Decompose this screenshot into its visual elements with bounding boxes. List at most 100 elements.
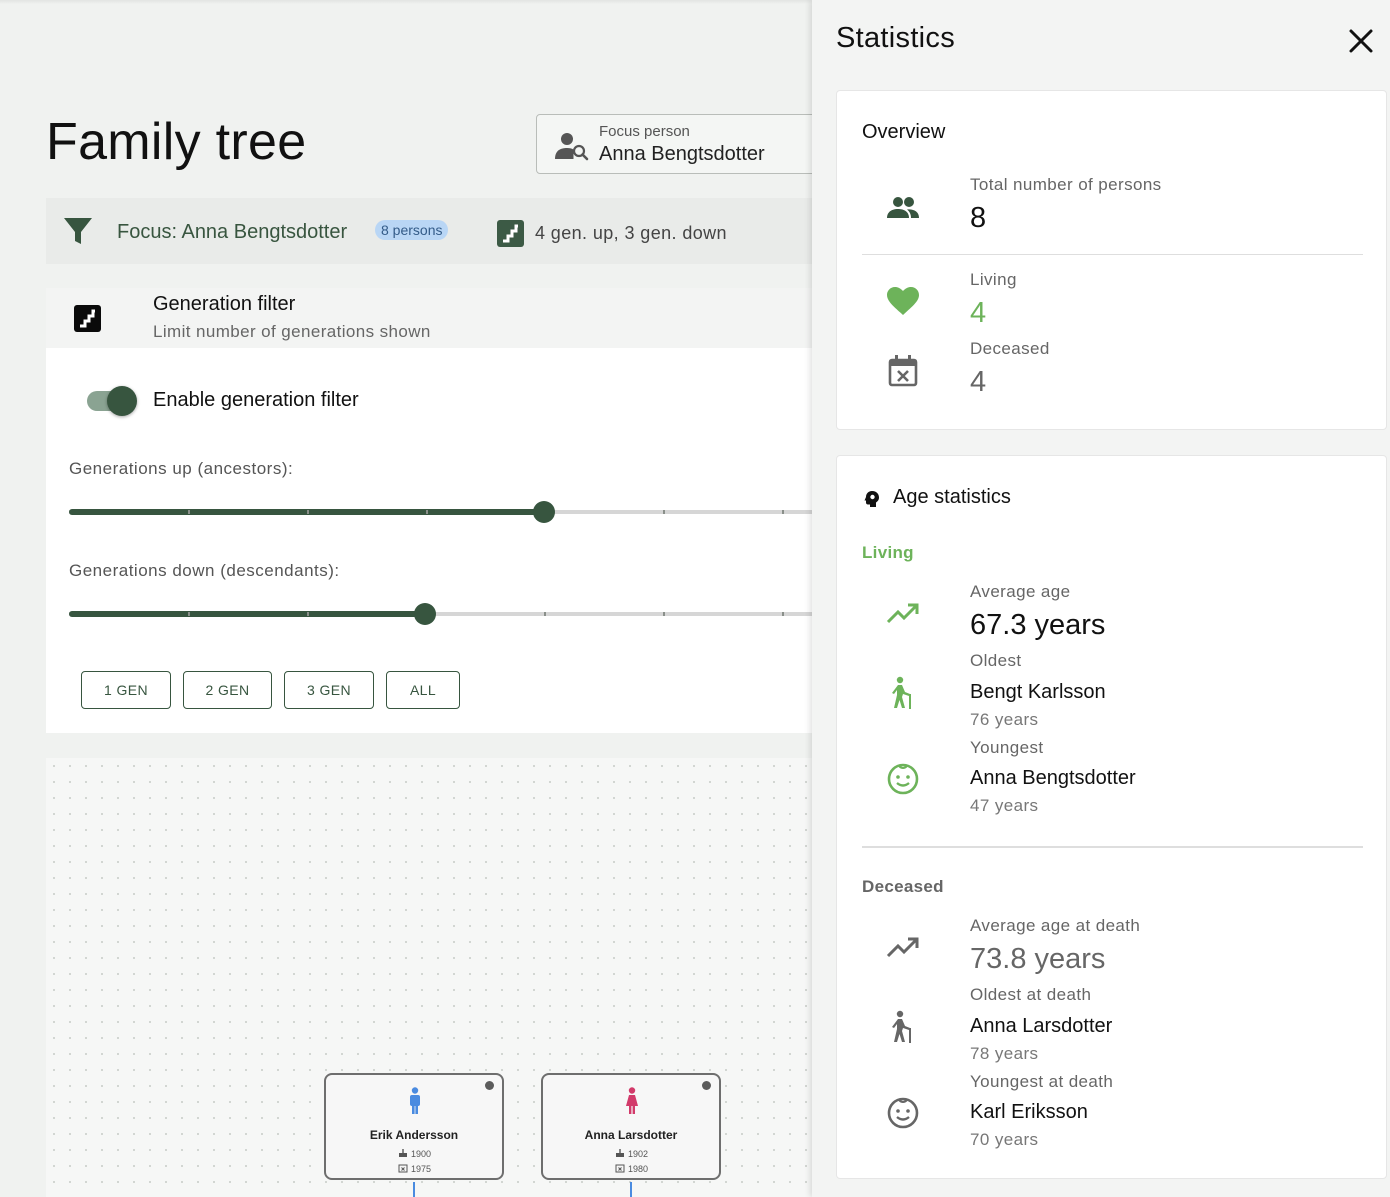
person-name: Erik Andersson <box>369 1128 459 1142</box>
living-section-heading: Living <box>862 543 914 562</box>
generation-filter-title: Generation filter <box>153 293 296 315</box>
oldest-at-death-age: 78 years <box>970 1044 1039 1063</box>
generations-down-slider[interactable] <box>69 602 812 626</box>
slider-thumb[interactable] <box>533 501 555 523</box>
deceased-label: Deceased <box>970 339 1050 358</box>
slider-tick <box>307 612 309 616</box>
slider-tick <box>782 612 784 616</box>
slider-tick <box>188 612 190 616</box>
generation-filter-subtitle: Limit number of generations shown <box>153 322 431 341</box>
person-search-icon <box>555 133 589 161</box>
youngest-at-death-age: 70 years <box>970 1130 1039 1149</box>
focus-person-value: Anna Bengtsdotter <box>599 143 765 165</box>
elderly-icon <box>892 1010 911 1043</box>
average-age-label: Average age <box>970 582 1071 601</box>
birth-date: 1900 <box>398 1148 431 1159</box>
deceased-value: 4 <box>970 366 987 398</box>
living-value: 4 <box>970 297 987 329</box>
tree-connector-line <box>413 1182 415 1197</box>
filter-icon <box>64 218 92 244</box>
death-year: 1975 <box>411 1164 432 1174</box>
youngest-at-death-name: Karl Eriksson <box>970 1101 1088 1123</box>
oldest-at-death-label: Oldest at death <box>970 985 1092 1004</box>
gen-2-button[interactable]: 2 GEN <box>183 671 272 709</box>
slider-tick <box>188 510 190 514</box>
total-persons-label: Total number of persons <box>970 175 1162 194</box>
slider-tick <box>663 612 665 616</box>
close-icon[interactable] <box>1346 26 1376 56</box>
elderly-icon <box>892 676 911 709</box>
male-icon <box>410 1087 420 1114</box>
generation-filter-toggle[interactable] <box>87 386 141 416</box>
status-dot <box>485 1081 494 1090</box>
baby-face-icon <box>887 763 919 795</box>
page-title: Family tree <box>46 113 307 171</box>
death-date: 1980 <box>615 1163 648 1174</box>
overview-title: Overview <box>862 121 946 143</box>
youngest-age: 47 years <box>970 796 1039 815</box>
age-statistics-title: Age statistics <box>893 486 1011 508</box>
living-label: Living <box>970 270 1017 289</box>
gen-1-button[interactable]: 1 GEN <box>81 671 171 709</box>
statistics-drawer: Statistics Overview Total number of pers… <box>812 0 1390 1197</box>
generations-summary: 4 gen. up, 3 gen. down <box>535 223 727 243</box>
youngest-name: Anna Bengtsdotter <box>970 767 1136 789</box>
drawer-title: Statistics <box>836 22 956 54</box>
calendar-x-icon <box>615 1164 625 1173</box>
gen-all-button[interactable]: ALL <box>386 671 460 709</box>
active-filter-bar: Focus: Anna Bengtsdotter 8 persons 4 gen… <box>46 198 812 264</box>
focus-person-field[interactable]: Focus person Anna Bengtsdotter <box>536 114 812 174</box>
youngest-at-death-label: Youngest at death <box>970 1072 1114 1091</box>
cake-icon <box>399 1149 407 1157</box>
oldest-name: Bengt Karlsson <box>970 681 1106 703</box>
oldest-age: 76 years <box>970 710 1039 729</box>
stairs-icon <box>74 305 101 332</box>
trending-up-icon <box>886 603 919 624</box>
generation-filter-panel: Generation filter Limit number of genera… <box>46 288 812 733</box>
divider <box>862 846 1363 848</box>
slider-tick <box>544 612 546 616</box>
heart-icon <box>887 287 919 315</box>
gen-3-button[interactable]: 3 GEN <box>284 671 374 709</box>
tree-connector-line <box>630 1182 632 1197</box>
slider-tick <box>782 510 784 514</box>
average-age-at-death-value: 73.8 years <box>970 943 1106 975</box>
overview-card: Overview Total number of persons 8 Livin… <box>836 90 1387 430</box>
average-age-value: 67.3 years <box>970 609 1106 641</box>
calendar-x-icon <box>888 355 918 387</box>
age-statistics-card: Age statistics Living Average age 67.3 y… <box>836 455 1387 1179</box>
focus-person-label: Focus person <box>599 123 690 140</box>
person-name: Anna Larsdotter <box>584 1128 678 1142</box>
slider-thumb[interactable] <box>414 603 436 625</box>
birth-year: 1900 <box>411 1149 432 1159</box>
generations-down-label: Generations down (descendants): <box>69 561 340 580</box>
birth-year: 1902 <box>628 1149 649 1159</box>
top-shadow <box>0 0 812 4</box>
youngest-label: Youngest <box>970 738 1044 757</box>
cake-icon <box>616 1149 624 1157</box>
head-icon <box>864 491 879 507</box>
trending-up-icon <box>886 937 919 958</box>
average-age-at-death-label: Average age at death <box>970 916 1141 935</box>
generations-up-slider[interactable] <box>69 500 812 524</box>
person-card-male[interactable]: Erik Andersson 1900 1975 <box>324 1073 504 1180</box>
baby-face-icon <box>887 1097 919 1129</box>
generation-filter-header[interactable]: Generation filter Limit number of genera… <box>46 288 812 348</box>
divider <box>862 254 1363 255</box>
slider-fill <box>69 611 425 617</box>
main-content: Family tree Focus person Anna Bengtsdott… <box>0 0 812 1197</box>
person-card-female[interactable]: Anna Larsdotter 1902 1980 <box>541 1073 721 1180</box>
death-year: 1980 <box>628 1164 649 1174</box>
slider-tick <box>307 510 309 514</box>
female-icon <box>626 1087 638 1114</box>
stairs-icon <box>497 220 524 247</box>
status-dot <box>702 1081 711 1090</box>
generations-up-label: Generations up (ancestors): <box>69 459 294 478</box>
family-tree-canvas[interactable]: Erik Andersson 1900 1975 Anna Larsdotter… <box>46 758 812 1197</box>
slider-tick <box>663 510 665 514</box>
calendar-x-icon <box>398 1164 408 1173</box>
slider-tick <box>426 510 428 514</box>
total-persons-value: 8 <box>970 202 987 234</box>
deceased-section-heading: Deceased <box>862 877 944 896</box>
people-icon <box>887 197 919 218</box>
